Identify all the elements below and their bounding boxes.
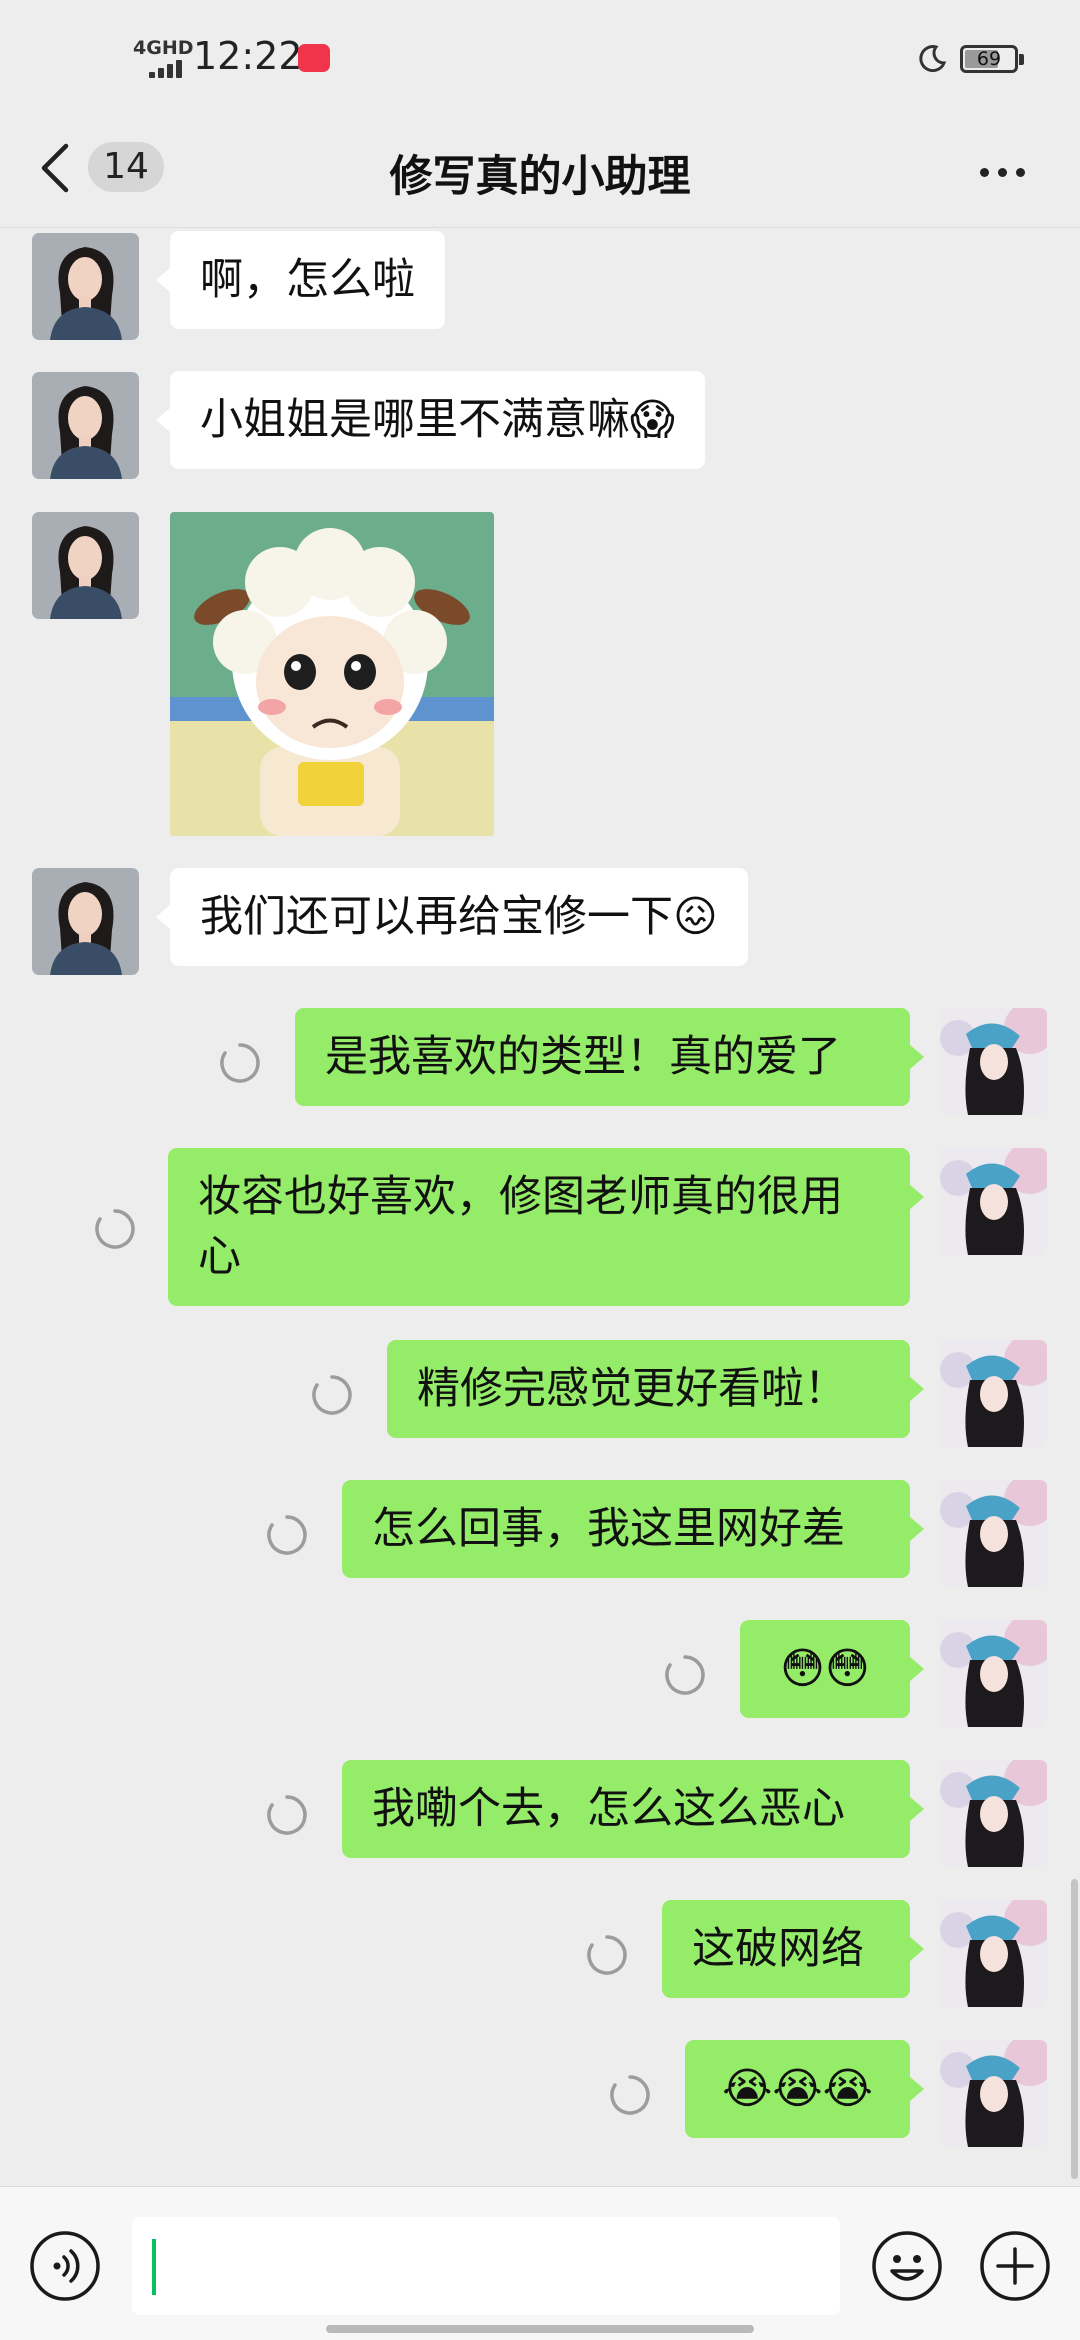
status-time: 12:22 — [193, 34, 303, 78]
scrollbar-thumb[interactable] — [1071, 1879, 1078, 2179]
sad-sheep-sticker — [170, 512, 494, 836]
app-notification-icon — [298, 44, 330, 72]
agent-avatar[interactable] — [32, 868, 139, 975]
message-text: 这破网络 — [692, 1924, 864, 1974]
message-text: 精修完感觉更好看啦！ — [417, 1364, 847, 1414]
my-avatar[interactable] — [940, 1008, 1047, 1115]
sending-spinner-icon — [610, 2075, 650, 2115]
message-bubble-incoming[interactable]: 我们还可以再给宝修一下😖 — [156, 868, 748, 966]
sending-spinner-icon — [587, 1935, 627, 1975]
chevron-left-icon — [41, 143, 69, 193]
agent-avatar[interactable] — [32, 233, 139, 340]
chat-header: 14 修写真的小助理 — [0, 120, 1080, 228]
message-bubble-outgoing[interactable]: 是我喜欢的类型！真的爱了 — [295, 1008, 924, 1106]
do-not-disturb-moon-icon — [919, 45, 947, 73]
sending-spinner-icon — [220, 1043, 260, 1083]
my-avatar[interactable] — [940, 1340, 1047, 1447]
message-text: 妆容也好喜欢，修图老师真的很用心 — [198, 1172, 843, 1282]
back-button[interactable]: 14 — [36, 134, 166, 204]
message-input[interactable] — [132, 2217, 840, 2315]
message-bubble-outgoing[interactable]: 😭😭😭 — [685, 2040, 924, 2138]
text-caret — [152, 2239, 156, 2295]
plus-icon[interactable] — [978, 2229, 1052, 2303]
message-bubble-outgoing[interactable]: 我嘞个去，怎么这么恶心 — [342, 1760, 924, 1858]
my-avatar[interactable] — [940, 1760, 1047, 1867]
message-text: 怎么回事，我这里网好差 — [372, 1504, 845, 1554]
status-bar: 4GHD 12:22 69 — [0, 0, 1080, 120]
message-bubble-outgoing[interactable]: 😳😳 — [740, 1620, 924, 1718]
sending-spinner-icon — [95, 1209, 135, 1249]
home-indicator[interactable] — [326, 2325, 754, 2333]
sending-spinner-icon — [665, 1655, 705, 1695]
agent-avatar[interactable] — [32, 372, 139, 479]
network-type: 4GHD — [133, 37, 194, 59]
message-text: 小姐姐是哪里不满意嘛😱 — [200, 395, 675, 445]
battery-tip — [1019, 54, 1024, 65]
message-text: 😳😳 — [780, 1644, 870, 1694]
message-bubble-incoming[interactable]: 小姐姐是哪里不满意嘛😱 — [156, 371, 705, 469]
page-title: 修写真的小助理 — [389, 152, 691, 202]
message-bubble-outgoing[interactable]: 妆容也好喜欢，修图老师真的很用心 — [168, 1148, 924, 1306]
message-text: 是我喜欢的类型！真的爱了 — [325, 1032, 841, 1082]
battery-level: 69 — [976, 48, 1002, 70]
my-avatar[interactable] — [940, 1900, 1047, 2007]
message-bubble-outgoing[interactable]: 这破网络 — [662, 1900, 924, 1998]
message-bubble-outgoing[interactable]: 精修完感觉更好看啦！ — [387, 1340, 924, 1438]
unread-count-badge: 14 — [88, 142, 164, 192]
message-text: 我们还可以再给宝修一下😖 — [200, 892, 718, 942]
more-button[interactable] — [972, 148, 1032, 198]
my-avatar[interactable] — [940, 1148, 1047, 1255]
signal-icon — [149, 60, 185, 78]
sending-spinner-icon — [312, 1375, 352, 1415]
my-avatar[interactable] — [940, 1480, 1047, 1587]
message-text: 我嘞个去，怎么这么恶心 — [372, 1784, 845, 1834]
message-text: 啊，怎么啦 — [200, 255, 415, 305]
input-bar — [0, 2186, 1080, 2340]
battery-icon: 69 — [960, 45, 1018, 73]
message-bubble-outgoing[interactable]: 怎么回事，我这里网好差 — [342, 1480, 924, 1578]
sending-spinner-icon — [267, 1515, 307, 1555]
message-list[interactable]: 啊，怎么啦 小姐姐是哪里不满意嘛😱 我们还可以再给宝修一下😖 是我喜欢的类型！真… — [0, 229, 1080, 2186]
voice-input-icon[interactable] — [28, 2229, 102, 2303]
message-text: 😭😭😭 — [722, 2064, 873, 2114]
my-avatar[interactable] — [940, 2040, 1047, 2147]
sticker-image[interactable] — [170, 512, 494, 836]
network-indicator: 4GHD — [133, 37, 194, 78]
emoji-smiley-icon[interactable] — [870, 2229, 944, 2303]
sending-spinner-icon — [267, 1795, 307, 1835]
agent-avatar[interactable] — [32, 512, 139, 619]
message-bubble-incoming[interactable]: 啊，怎么啦 — [156, 231, 445, 329]
my-avatar[interactable] — [940, 1620, 1047, 1727]
